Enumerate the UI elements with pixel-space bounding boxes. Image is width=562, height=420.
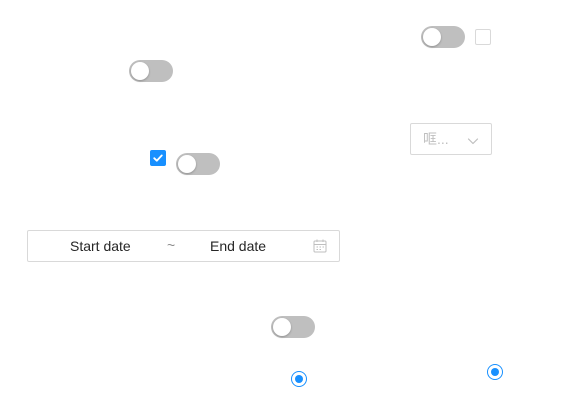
switch-knob xyxy=(131,62,149,80)
switch-knob xyxy=(423,28,441,46)
switch-knob xyxy=(178,155,196,173)
checkbox-unchecked[interactable] xyxy=(475,29,491,45)
chevron-down-icon xyxy=(467,134,479,152)
switch-knob xyxy=(273,318,291,336)
checkbox-checked[interactable] xyxy=(150,150,166,166)
toggle-switch[interactable] xyxy=(129,60,173,82)
radio-dot xyxy=(491,368,499,376)
check-icon xyxy=(153,154,163,162)
start-date-input[interactable]: Start date xyxy=(70,238,131,254)
select-placeholder: 哐... xyxy=(423,131,449,147)
toggle-switch[interactable] xyxy=(271,316,315,338)
toggle-switch[interactable] xyxy=(176,153,220,175)
calendar-icon[interactable] xyxy=(313,239,327,258)
radio-button[interactable] xyxy=(291,371,307,387)
end-date-input[interactable]: End date xyxy=(210,238,266,254)
select-dropdown[interactable]: 哐... xyxy=(410,123,492,155)
range-separator: ~ xyxy=(167,237,176,253)
toggle-switch[interactable] xyxy=(421,26,465,48)
radio-button[interactable] xyxy=(487,364,503,380)
date-range-picker[interactable]: Start date ~ End date xyxy=(27,230,340,262)
radio-dot xyxy=(295,375,303,383)
